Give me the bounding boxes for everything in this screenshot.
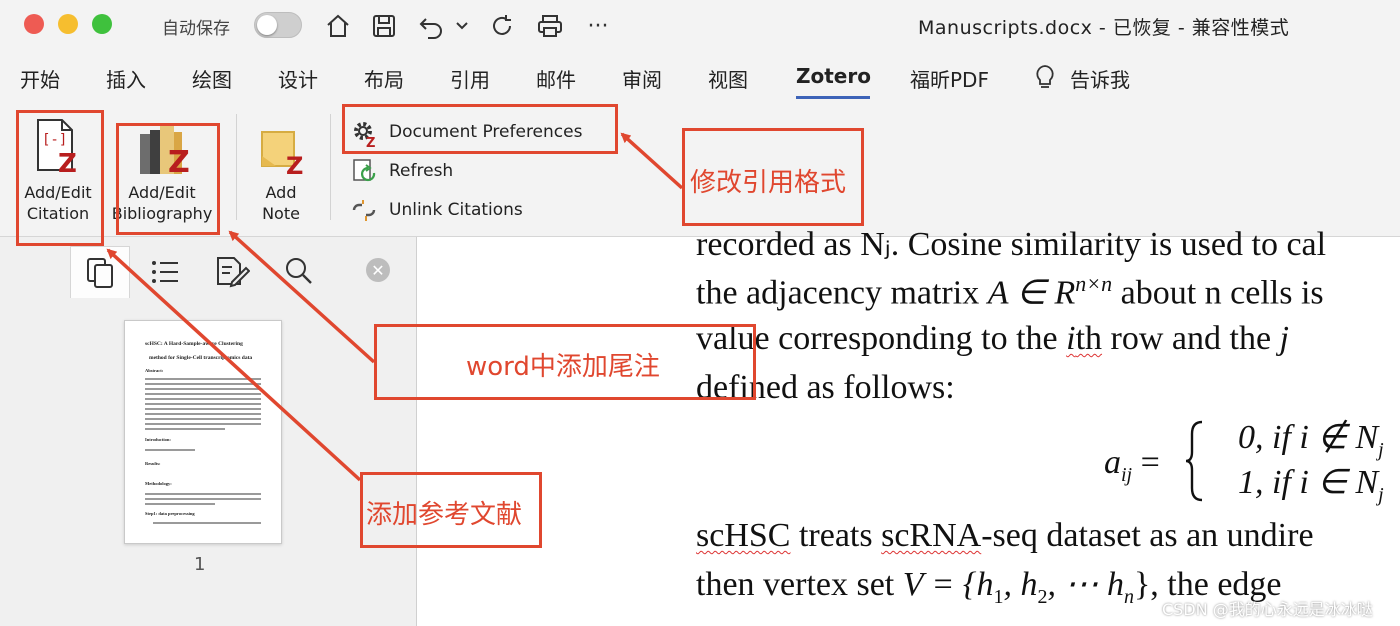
annotation-arrows (106, 132, 684, 482)
watermark: CSDN @我的心永远是冰冰哒 (1162, 600, 1373, 619)
arrow-to-bibliography (228, 230, 376, 364)
arrow-to-citation (106, 248, 362, 482)
arrow-to-preferences (620, 132, 684, 190)
